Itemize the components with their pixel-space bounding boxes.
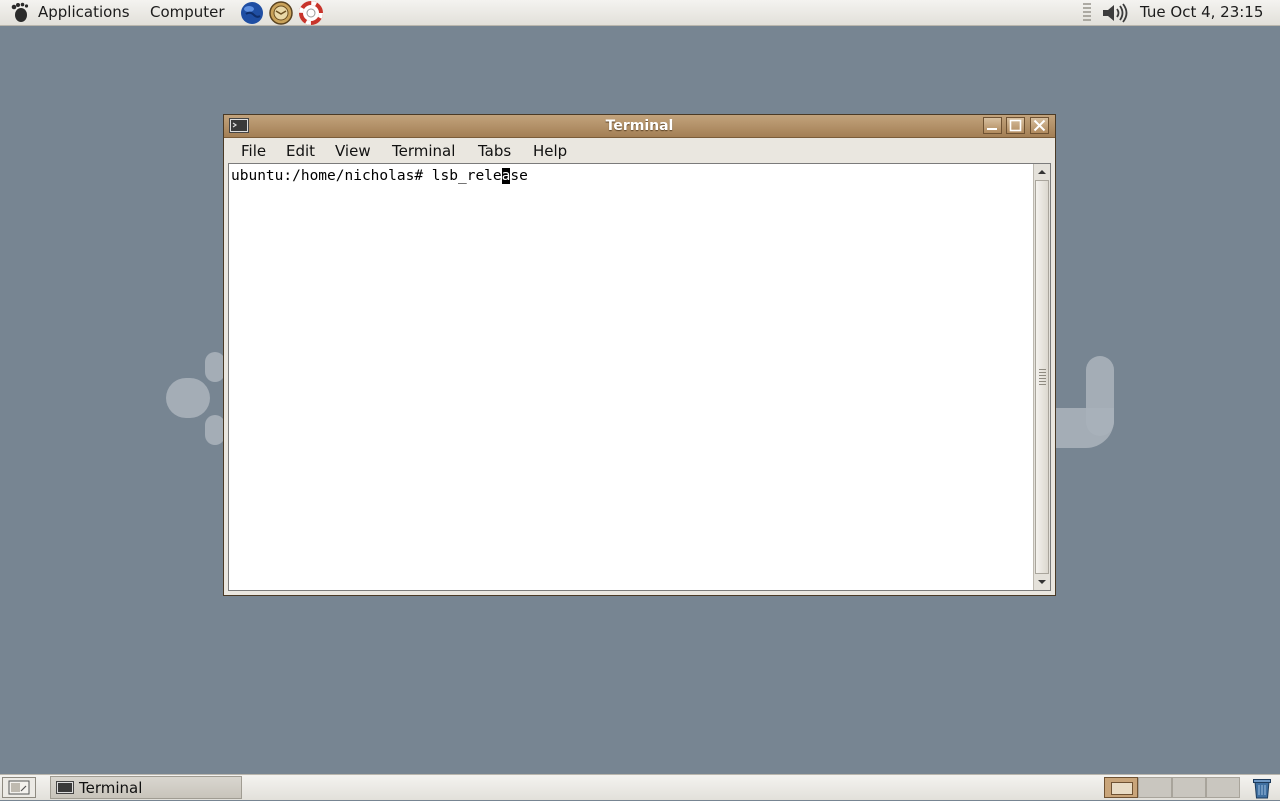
maximize-button[interactable] — [1006, 117, 1025, 134]
workspace-4[interactable] — [1206, 777, 1240, 798]
show-desktop-button[interactable] — [2, 777, 36, 798]
window-title: Terminal — [605, 118, 674, 134]
scroll-up-arrow-icon[interactable] — [1034, 164, 1050, 180]
close-button[interactable] — [1030, 117, 1049, 134]
scroll-down-arrow-icon[interactable] — [1034, 574, 1050, 590]
computer-menu[interactable]: Computer — [146, 0, 229, 25]
show-desktop-icon — [8, 780, 30, 795]
trash-icon[interactable] — [1250, 776, 1274, 800]
workspace-1[interactable] — [1104, 777, 1138, 798]
email-client-icon[interactable] — [269, 1, 293, 25]
menu-terminal[interactable]: Terminal — [386, 138, 461, 164]
menu-file[interactable]: File — [235, 138, 272, 164]
top-panel: Applications Computer Tue Oct 4, 23:15 — [0, 0, 1280, 26]
terminal-window[interactable]: Terminal File Edit View Terminal Tabs He… — [223, 114, 1056, 596]
menu-view[interactable]: View — [329, 138, 377, 164]
menu-tabs[interactable]: Tabs — [472, 138, 517, 164]
window-titlebar[interactable]: Terminal — [224, 115, 1055, 138]
minimize-button[interactable] — [983, 117, 1002, 134]
workspace-3[interactable] — [1172, 777, 1206, 798]
terminal-command: lsb_rele — [431, 168, 502, 184]
help-lifebuoy-icon[interactable] — [299, 1, 323, 25]
menu-help[interactable]: Help — [527, 138, 573, 164]
terminal-prompt: ubuntu:/home/nicholas# — [231, 168, 432, 184]
clock[interactable]: Tue Oct 4, 23:15 — [1140, 0, 1263, 25]
close-icon — [1033, 119, 1046, 132]
terminal-area[interactable]: ubuntu:/home/nicholas# lsb_release — [228, 163, 1051, 591]
web-browser-globe-icon[interactable] — [240, 1, 264, 25]
terminal-icon — [56, 781, 74, 794]
gnome-foot-icon[interactable] — [8, 2, 30, 23]
workspace-2[interactable] — [1138, 777, 1172, 798]
taskbar-terminal-button[interactable]: Terminal — [50, 776, 242, 799]
maximize-icon — [1009, 119, 1022, 132]
terminal-command-rest: se — [510, 168, 528, 184]
vertical-scrollbar[interactable] — [1033, 164, 1050, 590]
minimize-icon — [987, 128, 997, 130]
bottom-panel: Terminal — [0, 774, 1280, 800]
applications-menu[interactable]: Applications — [34, 0, 134, 25]
terminal-line: ubuntu:/home/nicholas# lsb_release — [231, 167, 528, 185]
taskbar-terminal-label: Terminal — [79, 779, 143, 797]
volume-icon[interactable] — [1100, 2, 1128, 24]
menubar: File Edit View Terminal Tabs Help — [227, 138, 1052, 164]
menu-edit[interactable]: Edit — [280, 138, 321, 164]
scrollbar-thumb[interactable] — [1035, 180, 1049, 574]
tray-separator — [1083, 3, 1091, 23]
